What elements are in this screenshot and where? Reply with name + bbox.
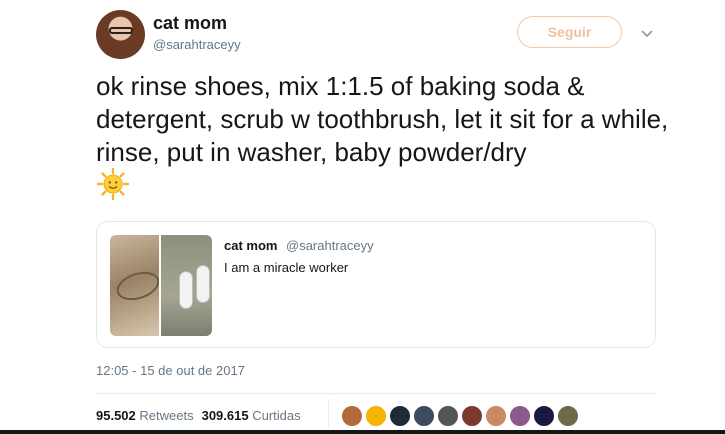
liker-avatar-3[interactable] <box>388 404 412 428</box>
bottom-edge <box>0 430 725 434</box>
shoe-sole-photo[interactable] <box>110 235 159 336</box>
tweet-card: cat mom @sarahtraceyy Seguir ok rinse sh… <box>0 0 725 434</box>
tweet-timestamp[interactable]: 12:05 - 15 de out de 2017 <box>96 363 245 378</box>
quoted-tweet[interactable]: cat mom @sarahtraceyy I am a miracle wor… <box>96 221 656 348</box>
quoted-display-name: cat mom <box>224 238 278 253</box>
liker-avatar-4[interactable] <box>412 404 436 428</box>
liker-avatar-5[interactable] <box>436 404 460 428</box>
follow-button[interactable]: Seguir <box>517 16 622 48</box>
retweets-label: Retweets <box>139 408 194 423</box>
likes-count: 309.615 <box>201 408 249 423</box>
likes-stat[interactable]: 309.615 Curtidas <box>202 408 301 423</box>
quoted-text: I am a miracle worker <box>224 260 349 275</box>
likes-label: Curtidas <box>252 408 301 423</box>
quoted-handle: @sarahtraceyy <box>286 238 374 253</box>
liker-avatar-10[interactable] <box>556 404 580 428</box>
liker-avatar-7[interactable] <box>484 404 508 428</box>
retweets-count: 95.502 <box>96 408 136 423</box>
author-display-name[interactable]: cat mom <box>153 13 227 34</box>
tweet-stats: 95.502 Retweets 309.615 Curtidas <box>96 408 301 423</box>
glasses-icon <box>109 27 133 34</box>
divider <box>96 393 656 394</box>
liker-avatar-9[interactable] <box>532 404 556 428</box>
retweets-stat[interactable]: 95.502 Retweets <box>96 408 194 423</box>
sun-with-face-icon <box>97 168 129 200</box>
tweet-text: ok rinse shoes, mix 1:1.5 of baking soda… <box>96 71 669 167</box>
author-avatar[interactable] <box>96 10 145 59</box>
liker-avatar-1[interactable] <box>340 404 364 428</box>
stats-divider <box>328 399 329 429</box>
white-sneakers-photo[interactable] <box>161 235 212 336</box>
liker-avatar-6[interactable] <box>460 404 484 428</box>
chevron-down-icon[interactable] <box>640 26 654 40</box>
author-handle[interactable]: @sarahtraceyy <box>153 37 241 52</box>
liker-avatar-8[interactable] <box>508 404 532 428</box>
liker-avatar-2[interactable] <box>364 404 388 428</box>
